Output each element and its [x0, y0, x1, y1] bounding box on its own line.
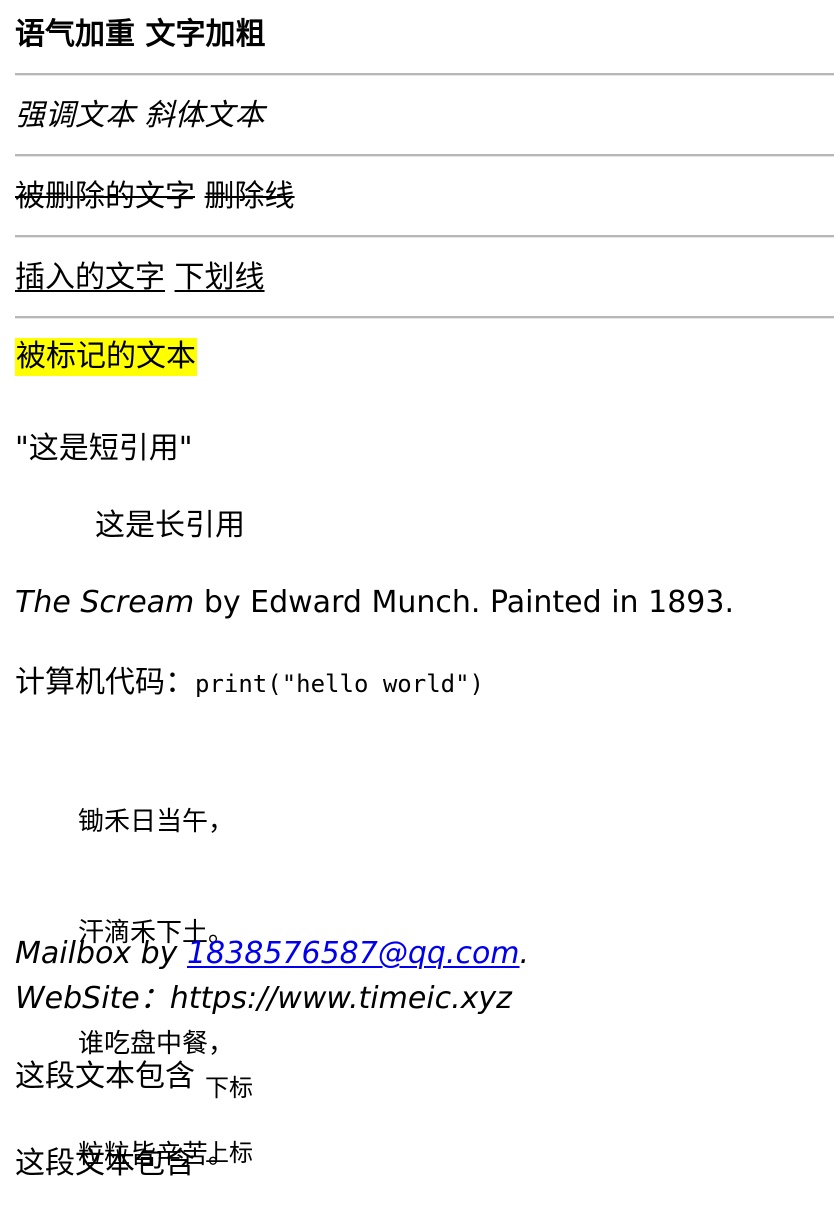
horizontal-rule-1: [15, 73, 834, 76]
address-line-1: Mailbox by 1838576587@qq.com.: [15, 935, 529, 973]
emphasis-text: 强调文本: [15, 98, 135, 133]
underlined-text: 下划线: [174, 260, 265, 295]
address-line-2: WebSite：https://www.timeic.xyz: [15, 981, 512, 1016]
strong-text: 语气加重: [15, 17, 135, 52]
strikethrough-text-line: 被删除的文字 删除线: [15, 178, 295, 216]
subscript-base-text: 这段文本包含: [15, 1059, 195, 1094]
italic-text-line: 强调文本 斜体文本: [15, 97, 265, 135]
bold-text-line: 语气加重 文字加粗: [15, 16, 265, 54]
marked-text-line: 被标记的文本: [15, 338, 197, 376]
marked-text: 被标记的文本: [15, 338, 197, 376]
horizontal-rule-3: [15, 235, 834, 238]
email-link[interactable]: 1838576587@qq.com: [187, 936, 520, 971]
underline-text-line: 插入的文字 下划线: [15, 259, 265, 297]
inserted-text: 插入的文字: [15, 260, 165, 295]
italic-text: 斜体文本: [144, 98, 265, 133]
code-label: 计算机代码：: [15, 665, 195, 700]
poem-line: 锄禾日当午，: [78, 807, 235, 837]
mailbox-prefix: Mailbox by: [15, 936, 187, 971]
cite-title: The Scream: [15, 585, 195, 620]
long-quote: 这是长引用: [95, 508, 245, 543]
bold-text: 文字加粗: [145, 17, 266, 52]
superscript-text: 上标: [205, 1139, 253, 1167]
code-line: 计算机代码：print("hello world"): [15, 664, 484, 702]
citation-line: The Scream by Edward Munch. Painted in 1…: [15, 584, 734, 622]
superscript-line: 这段文本包含 上标: [15, 1139, 253, 1183]
horizontal-rule-2: [15, 154, 834, 157]
strikethrough-text: 删除线: [204, 179, 295, 214]
subscript-text: 下标: [205, 1074, 253, 1102]
superscript-base-text: 这段文本包含: [15, 1146, 195, 1181]
deleted-text: 被删除的文字: [15, 179, 195, 214]
horizontal-rule-4: [15, 316, 834, 319]
code-value: print("hello world"): [195, 670, 484, 698]
cite-rest: by Edward Munch. Painted in 1893.: [194, 585, 734, 620]
subscript-line: 这段文本包含 下标: [15, 1058, 253, 1102]
email-suffix: .: [519, 936, 530, 971]
short-quote: "这是短引用": [15, 431, 193, 466]
